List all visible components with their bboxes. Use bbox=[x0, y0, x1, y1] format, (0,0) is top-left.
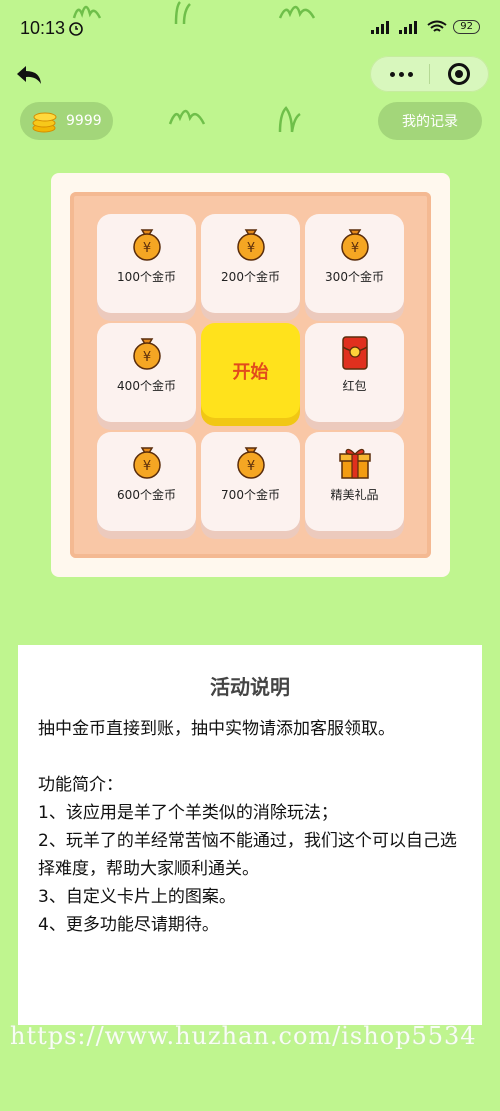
prize-cell: ¥ 100个金币 bbox=[97, 214, 196, 313]
more-dots-icon[interactable] bbox=[383, 60, 419, 88]
status-bar: 10:13 92 bbox=[0, 0, 500, 50]
svg-text:¥: ¥ bbox=[142, 241, 150, 256]
prize-cell: ¥ 700个金币 bbox=[201, 432, 300, 531]
watermark: https://www.huzhan.com/ishop5534 bbox=[10, 1022, 477, 1050]
coin-bag-icon: ¥ bbox=[236, 447, 265, 479]
back-arrow-icon[interactable] bbox=[14, 60, 44, 90]
activity-notice-card: 活动说明 抽中金币直接到账，抽中实物请添加客服领取。 功能简介： 1、该应用是羊… bbox=[18, 645, 482, 1025]
prize-cell: ¥ 300个金币 bbox=[305, 214, 404, 313]
coin-bag-icon: ¥ bbox=[236, 229, 265, 261]
notice-line: 抽中金币直接到账，抽中实物请添加客服领取。 bbox=[38, 719, 395, 739]
coin-bag-icon: ¥ bbox=[340, 229, 369, 261]
notice-line: 3、自定义卡片上的图案。 bbox=[38, 887, 236, 907]
prize-cell: 红包 bbox=[305, 323, 404, 422]
svg-text:¥: ¥ bbox=[142, 350, 150, 365]
alarm-icon bbox=[69, 22, 83, 36]
prize-label: 200个金币 bbox=[221, 270, 280, 284]
coin-count: 9999 bbox=[66, 113, 102, 129]
prize-cell: 精美礼品 bbox=[305, 432, 404, 531]
status-time: 10:13 bbox=[20, 18, 66, 38]
svg-text:¥: ¥ bbox=[142, 459, 150, 474]
status-icons: 92 bbox=[371, 20, 480, 34]
notice-line: 1、该应用是羊了个羊类似的消除玩法； bbox=[38, 803, 338, 823]
prize-label: 100个金币 bbox=[117, 270, 176, 284]
svg-text:¥: ¥ bbox=[246, 459, 254, 474]
prize-cell: ¥ 200个金币 bbox=[201, 214, 300, 313]
coin-bag-icon: ¥ bbox=[132, 338, 161, 370]
svg-text:¥: ¥ bbox=[350, 241, 358, 256]
prize-label: 600个金币 bbox=[117, 488, 176, 502]
my-records-button[interactable]: 我的记录 bbox=[378, 102, 482, 140]
capsule-divider bbox=[429, 64, 430, 84]
notice-line bbox=[38, 743, 458, 771]
coin-bag-icon: ¥ bbox=[132, 447, 161, 479]
battery-indicator: 92 bbox=[453, 20, 480, 34]
notice-body: 抽中金币直接到账，抽中实物请添加客服领取。 功能简介： 1、该应用是羊了个羊类似… bbox=[38, 715, 458, 939]
prize-cell: ¥ 400个金币 bbox=[97, 323, 196, 422]
prize-label: 红包 bbox=[342, 379, 367, 393]
coin-bag-icon: ¥ bbox=[132, 229, 161, 261]
grass-decoration-icon bbox=[168, 109, 206, 125]
target-icon[interactable] bbox=[448, 63, 470, 85]
notice-line: 2、玩羊了的羊经常苦恼不能通过，我们这个可以自己选择难度，帮助大家顺利通关。 bbox=[38, 831, 457, 879]
signal-icon bbox=[371, 21, 390, 34]
grass-decoration-icon bbox=[278, 106, 301, 133]
mini-program-capsule bbox=[370, 56, 489, 92]
prize-label: 300个金币 bbox=[325, 270, 384, 284]
start-button[interactable]: 开始 bbox=[201, 323, 300, 418]
prize-label: 400个金币 bbox=[117, 379, 176, 393]
red-envelope-icon bbox=[341, 336, 368, 370]
coin-stack-icon bbox=[32, 112, 57, 133]
gift-icon bbox=[338, 448, 371, 479]
notice-line: 4、更多功能尽请期待。 bbox=[38, 915, 219, 935]
prize-cell: ¥ 600个金币 bbox=[97, 432, 196, 531]
notice-line: 功能简介： bbox=[38, 775, 123, 795]
wifi-icon bbox=[427, 20, 447, 32]
signal-icon bbox=[399, 21, 418, 34]
prize-label: 700个金币 bbox=[221, 488, 280, 502]
coin-balance: 9999 bbox=[20, 102, 113, 140]
svg-text:¥: ¥ bbox=[246, 241, 254, 256]
prize-label: 精美礼品 bbox=[330, 488, 379, 502]
notice-title: 活动说明 bbox=[210, 675, 290, 699]
